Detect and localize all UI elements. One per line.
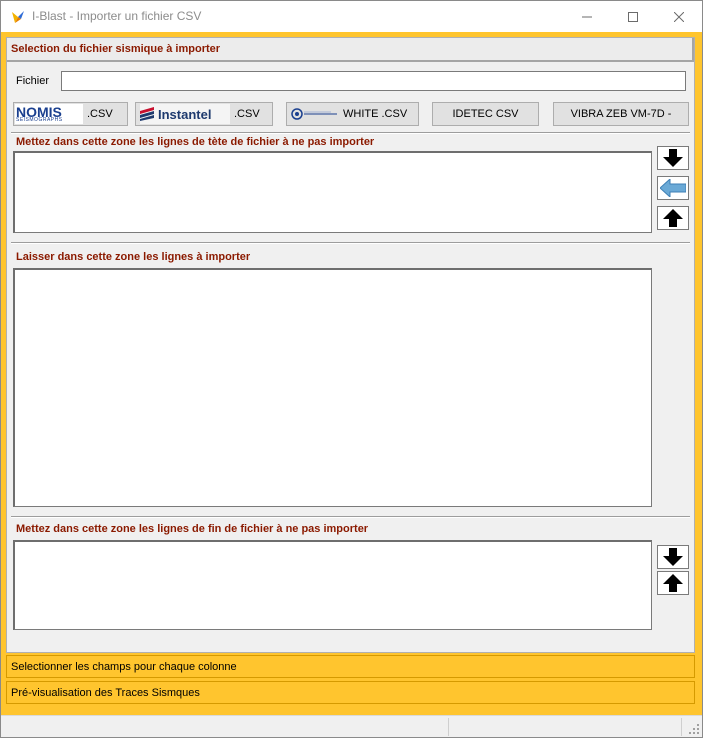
preview-traces-bar[interactable]: Pré-visualisation des Traces Sismques — [6, 681, 695, 704]
footer-lines-label: Mettez dans cette zone les lignes de fin… — [16, 523, 369, 535]
instantel-csv-label: .CSV — [234, 108, 260, 120]
instantel-logo-text: Instantel — [158, 106, 212, 122]
minimize-button[interactable] — [564, 1, 610, 32]
close-icon — [674, 11, 684, 22]
nomis-csv-button[interactable]: NOMIS SEISMOGRAPHS .CSV — [13, 102, 128, 126]
separator — [11, 242, 690, 244]
arrow-down-icon — [663, 149, 683, 167]
nomis-logo: NOMIS SEISMOGRAPHS — [15, 104, 83, 124]
separator — [11, 516, 690, 518]
resize-grip-icon[interactable] — [688, 723, 700, 735]
nomis-csv-label: .CSV — [87, 108, 113, 120]
main-frame: Selection du fichier sismique à importer… — [1, 32, 702, 715]
nomis-logo-subtext: SEISMOGRAPHS — [16, 117, 63, 123]
separator — [11, 132, 690, 134]
arrow-left-icon — [660, 179, 686, 197]
arrow-up-icon — [663, 209, 683, 227]
move-up-button[interactable] — [657, 206, 689, 230]
white-csv-label: WHITE .CSV — [343, 108, 408, 120]
app-icon — [10, 9, 26, 25]
white-logo-icon — [291, 106, 339, 122]
import-lines-textarea[interactable] — [13, 268, 652, 507]
title-bar[interactable]: I-Blast - Importer un fichier CSV — [1, 1, 702, 32]
fichier-label: Fichier — [16, 75, 50, 87]
move-down-button[interactable] — [657, 545, 689, 569]
file-selection-panel: Selection du fichier sismique à importer… — [6, 37, 695, 653]
maximize-icon — [628, 11, 638, 22]
fichier-input[interactable] — [61, 71, 686, 91]
header-lines-label: Mettez dans cette zone les lignes de tèt… — [16, 136, 375, 148]
window-title: I-Blast - Importer un fichier CSV — [32, 9, 202, 23]
arrow-up-icon — [663, 574, 683, 592]
header-lines-textarea[interactable] — [13, 151, 652, 233]
idetec-csv-button[interactable]: IDETEC CSV — [432, 102, 539, 126]
instantel-logo: Instantel — [140, 104, 230, 124]
move-left-button[interactable] — [657, 176, 689, 200]
import-lines-label: Laisser dans cette zone les lignes à imp… — [16, 251, 251, 263]
instantel-csv-button[interactable]: Instantel .CSV — [135, 102, 273, 126]
panel-header[interactable]: Selection du fichier sismique à importer — [7, 38, 694, 62]
close-button[interactable] — [656, 1, 702, 32]
import-csv-window: I-Blast - Importer un fichier CSV Select… — [0, 0, 703, 738]
select-fields-bar[interactable]: Selectionner les champs pour chaque colo… — [6, 655, 695, 678]
move-up-button[interactable] — [657, 571, 689, 595]
arrow-down-icon — [663, 548, 683, 566]
status-cell — [1, 718, 449, 736]
footer-lines-textarea[interactable] — [13, 540, 652, 630]
vibra-zeb-button[interactable]: VIBRA ZEB VM-7D - — [553, 102, 689, 126]
maximize-button[interactable] — [610, 1, 656, 32]
white-csv-button[interactable]: WHITE .CSV — [286, 102, 419, 126]
move-down-button[interactable] — [657, 146, 689, 170]
status-bar — [1, 715, 702, 737]
status-cell — [449, 718, 682, 736]
minimize-icon — [582, 16, 592, 17]
instantel-mark-icon — [140, 107, 154, 121]
